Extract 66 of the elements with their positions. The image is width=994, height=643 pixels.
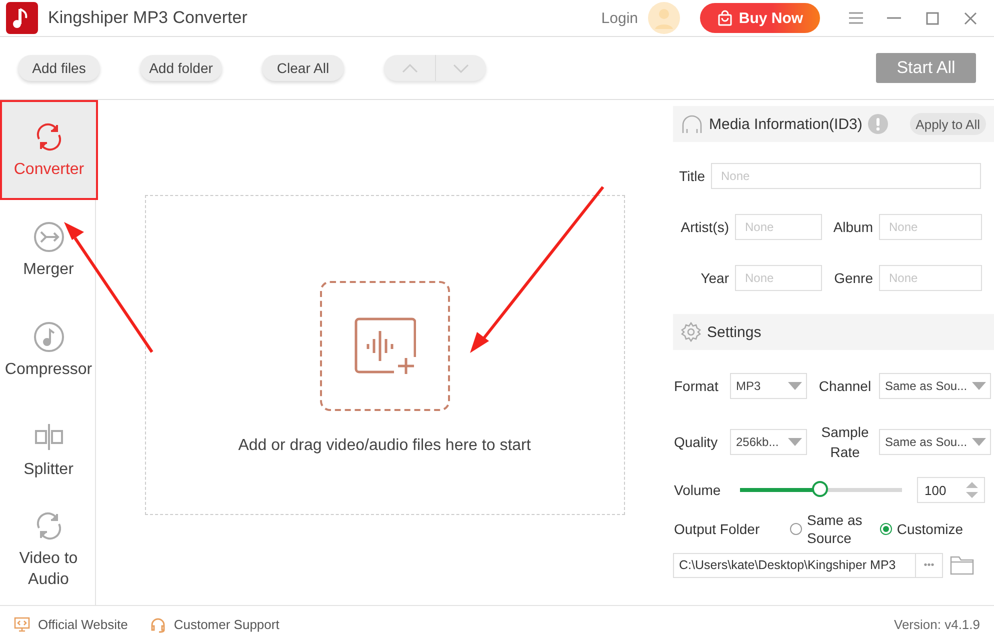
close-icon (964, 12, 976, 24)
headphones-icon (681, 114, 703, 134)
toolbar-button[interactable]: Clear All (262, 55, 344, 81)
dropdown[interactable]: Same as Sou... (879, 373, 991, 399)
field-label: Output Folder (674, 520, 761, 539)
shopping-bag-icon (716, 10, 733, 26)
chevron-down-icon (453, 64, 469, 72)
official-website-link[interactable]: Official Website (14, 617, 128, 632)
sidebar-item[interactable]: Splitter (0, 400, 97, 500)
sidebar-item[interactable]: Merger (0, 200, 97, 300)
dropdown[interactable]: 256kb... (730, 429, 807, 455)
input-field[interactable]: None (735, 264, 822, 290)
dropdown-caret-icon (788, 438, 802, 446)
toolbar-button[interactable]: Add folder (140, 55, 222, 81)
menu-icon (849, 12, 863, 24)
volume-spinbox[interactable]: 100 (917, 477, 985, 503)
customer-support-link[interactable]: Customer Support (150, 616, 280, 632)
sidebar-item[interactable]: Converter (0, 100, 98, 200)
login-link[interactable]: Login (601, 10, 638, 26)
settings-icon (681, 322, 701, 342)
radio-option[interactable]: Same as Source (790, 511, 866, 547)
maximize-icon (926, 12, 938, 24)
music-note-icon (32, 320, 64, 352)
folder-icon[interactable] (950, 555, 974, 575)
buy-now-button[interactable]: Buy Now (700, 3, 820, 33)
app-logo-icon (6, 2, 38, 34)
radio-option[interactable]: Customize (880, 520, 980, 538)
merge-icon (32, 220, 64, 252)
dropdown[interactable]: Same as Sou... (879, 429, 991, 455)
field-label: Title (678, 166, 705, 186)
toolbar-button[interactable]: Add files (18, 55, 100, 81)
sidebar-item[interactable]: Compressor (0, 300, 97, 400)
chevron-up-icon (402, 64, 418, 72)
dropdown-caret-icon (972, 382, 986, 390)
version-label: Version: v4.1.9 (894, 617, 980, 632)
input-field[interactable]: None (735, 214, 822, 240)
field-label: Artist(s) (680, 218, 729, 236)
title-field[interactable]: None (711, 162, 981, 188)
headset-icon (150, 616, 166, 632)
section-title: Media Information(ID3) (709, 116, 862, 132)
field-label: Album (832, 218, 873, 236)
window-title: Kingshiper MP3 Converter (48, 8, 248, 28)
apply-to-all-button[interactable]: Apply to All (910, 113, 986, 135)
avatar-icon[interactable] (648, 2, 680, 34)
field-label: Quality (674, 433, 719, 452)
add-audio-button[interactable] (320, 280, 450, 410)
dropdown-caret-icon (972, 438, 986, 446)
monitor-icon (14, 617, 30, 632)
input-field[interactable]: None (879, 214, 982, 240)
dropdown-caret-icon (788, 382, 802, 390)
section-title: Settings (707, 324, 762, 340)
field-label: Channel (818, 377, 872, 396)
dropdown[interactable]: MP3 (730, 373, 807, 399)
input-field[interactable]: None (879, 264, 982, 290)
slider-thumb[interactable] (812, 481, 828, 497)
info-icon[interactable] (868, 114, 888, 134)
drop-hint: Add or drag video/audio files here to start (238, 436, 531, 454)
sidebar-item[interactable]: Video to Audio (0, 500, 97, 600)
audio-add-icon (354, 316, 416, 374)
output-path-field[interactable]: C:\Users\kate\Desktop\Kingshiper MP3 ••• (673, 552, 943, 578)
field-label: Genre (833, 268, 873, 288)
field-label: Volume (674, 481, 722, 500)
field-label: Sample Rate (820, 423, 870, 462)
spinner-arrows-icon[interactable] (966, 481, 978, 499)
field-label: Format (674, 377, 720, 396)
field-label: Year (700, 268, 729, 288)
